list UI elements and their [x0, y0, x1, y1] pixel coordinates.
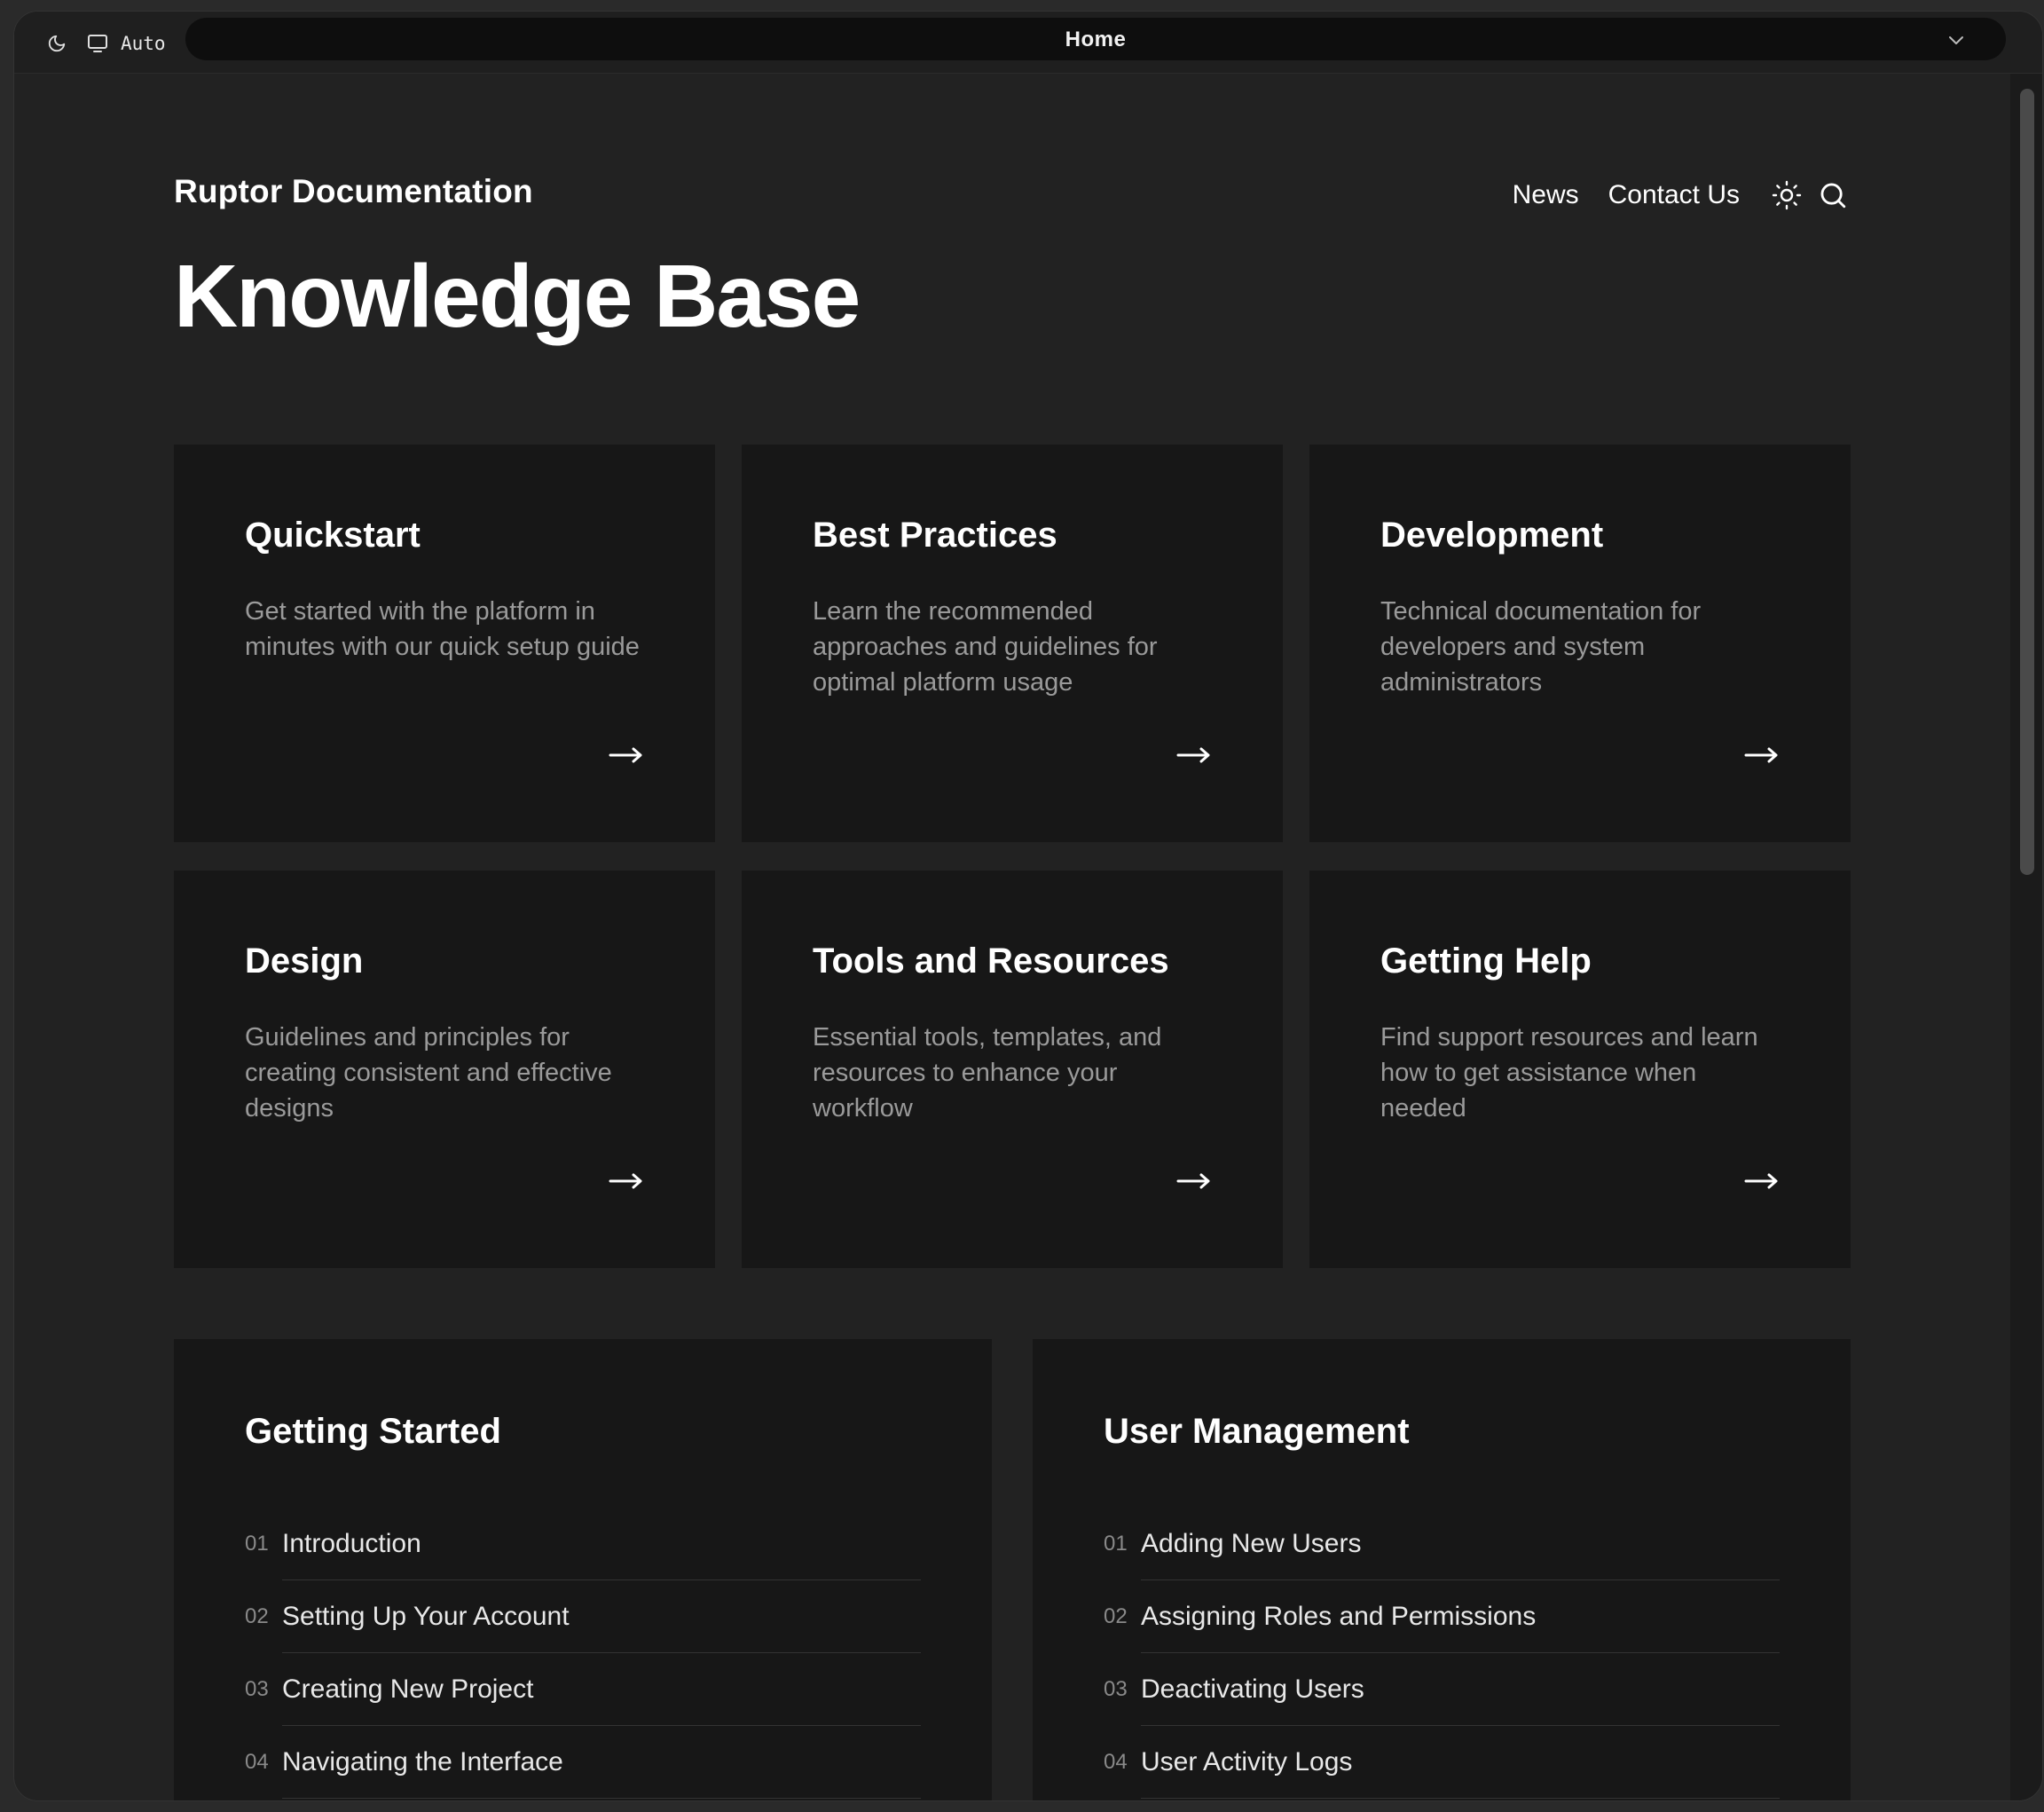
- card-description: Technical documentation for developers a…: [1380, 597, 1702, 697]
- sun-icon[interactable]: [1769, 177, 1804, 213]
- nav-link-news[interactable]: News: [1513, 180, 1579, 210]
- display-mode-label[interactable]: Auto: [121, 33, 166, 54]
- section-title: User Management: [1104, 1412, 1410, 1451]
- card-description: Essential tools, templates, and resource…: [813, 1023, 1162, 1123]
- toc-number: 03: [1104, 1677, 1128, 1701]
- top-nav: News Contact Us: [1513, 173, 1851, 217]
- nav-link-contact-us[interactable]: Contact Us: [1608, 180, 1740, 210]
- card-title: Quickstart: [245, 516, 421, 555]
- browser-toolbar: Auto Home: [14, 12, 2042, 74]
- toc-item[interactable]: 02 Assigning Roles and Permissions: [1104, 1580, 1780, 1653]
- toc-number: 04: [1104, 1750, 1128, 1774]
- toc-link[interactable]: Deactivating Users: [1141, 1674, 1364, 1705]
- toc-item[interactable]: 02 Setting Up Your Account: [245, 1580, 921, 1653]
- site-title[interactable]: Ruptor Documentation: [174, 173, 533, 210]
- toc-link[interactable]: Introduction: [282, 1529, 421, 1559]
- arrow-right-icon: [609, 1170, 644, 1192]
- toc-item[interactable]: 01 Introduction: [245, 1508, 921, 1580]
- card-description: Get started with the platform in minutes…: [245, 597, 640, 661]
- card-title: Development: [1380, 516, 1604, 555]
- toc-number: 04: [245, 1750, 269, 1774]
- card-best-practices[interactable]: Best Practices Learn the recommended app…: [742, 445, 1283, 842]
- toc-item[interactable]: 01 Adding New Users: [1104, 1508, 1780, 1580]
- toc-number: 01: [1104, 1532, 1128, 1556]
- card-title: Getting Help: [1380, 941, 1592, 981]
- toc-number: 03: [245, 1677, 269, 1701]
- arrow-right-icon: [1176, 744, 1212, 766]
- page-title: Knowledge Base: [174, 247, 861, 346]
- arrow-right-icon: [609, 744, 644, 766]
- section-getting-started: Getting Started 01 Introduction 02 Setti…: [174, 1339, 992, 1800]
- card-tools-and-resources[interactable]: Tools and Resources Essential tools, tem…: [742, 871, 1283, 1268]
- card-description: Guidelines and principles for creating c…: [245, 1023, 612, 1123]
- toc-link[interactable]: Assigning Roles and Permissions: [1141, 1602, 1536, 1632]
- toc-item[interactable]: 04 User Activity Logs: [1104, 1726, 1780, 1799]
- card-quickstart[interactable]: Quickstart Get started with the platform…: [174, 445, 715, 842]
- card-design[interactable]: Design Guidelines and principles for cre…: [174, 871, 715, 1268]
- address-bar[interactable]: Home: [185, 18, 2006, 60]
- card-title: Best Practices: [813, 516, 1057, 555]
- toc-number: 02: [1104, 1604, 1128, 1628]
- toc-number: 01: [245, 1532, 269, 1556]
- card-description: Learn the recommended approaches and gui…: [813, 597, 1158, 697]
- toc-item[interactable]: 03 Creating New Project: [245, 1653, 921, 1726]
- toc-link[interactable]: Adding New Users: [1141, 1529, 1361, 1559]
- toc-link[interactable]: Setting Up Your Account: [282, 1602, 570, 1632]
- toc-link[interactable]: Navigating the Interface: [282, 1747, 563, 1777]
- monitor-icon[interactable]: [85, 31, 110, 56]
- toc-item[interactable]: 04 Navigating the Interface: [245, 1726, 921, 1799]
- moon-icon[interactable]: [44, 31, 69, 56]
- arrow-right-icon: [1744, 744, 1780, 766]
- toolbar-left-controls: Auto: [44, 29, 166, 58]
- section-user-management: User Management 01 Adding New Users 02 A…: [1033, 1339, 1851, 1800]
- card-getting-help[interactable]: Getting Help Find support resources and …: [1309, 871, 1851, 1268]
- card-description: Find support resources and learn how to …: [1380, 1023, 1758, 1123]
- chevron-down-icon[interactable]: [1946, 29, 1967, 51]
- card-development[interactable]: Development Technical documentation for …: [1309, 445, 1851, 842]
- arrow-right-icon: [1744, 1170, 1780, 1192]
- card-title: Tools and Resources: [813, 941, 1169, 981]
- scrollbar-thumb[interactable]: [2020, 89, 2034, 875]
- browser-window: Auto Home Ruptor Documentation News Cont…: [13, 11, 2043, 1801]
- toc-link[interactable]: Creating New Project: [282, 1674, 533, 1705]
- toc-list: 01 Adding New Users 02 Assigning Roles a…: [1104, 1508, 1780, 1799]
- arrow-right-icon: [1176, 1170, 1212, 1192]
- card-title: Design: [245, 941, 364, 981]
- search-icon[interactable]: [1815, 177, 1851, 213]
- toc-item[interactable]: 03 Deactivating Users: [1104, 1653, 1780, 1726]
- toc-list: 01 Introduction 02 Setting Up Your Accou…: [245, 1508, 921, 1799]
- toc-link[interactable]: User Activity Logs: [1141, 1747, 1352, 1777]
- section-title: Getting Started: [245, 1412, 501, 1451]
- tab-title: Home: [1065, 28, 1127, 51]
- toc-number: 02: [245, 1604, 269, 1628]
